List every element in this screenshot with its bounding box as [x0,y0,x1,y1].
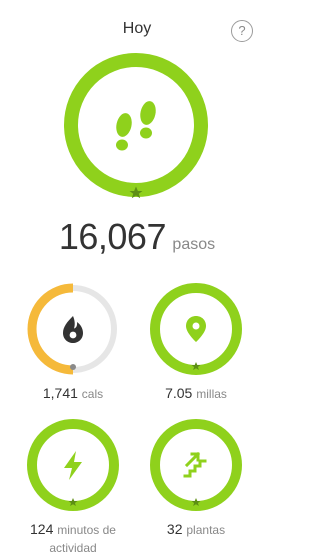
distance-metric: 7.05 millas [133,385,259,401]
location-pin-icon [186,316,206,342]
steps-ring[interactable] [62,51,210,199]
distance-ring-graphic [150,283,242,375]
dashboard-screen: Hoy ? 16,067 pasos 1,741 cals 7.05 milla… [0,0,274,557]
steps-count: 16,067 pasos [0,216,274,258]
active-minutes-ring-graphic [27,419,119,511]
active-minutes-metric: 124 minutos de actividad [10,521,136,557]
calories-ring-marker [70,364,76,370]
steps-ring-progress [64,53,208,197]
floors-ring-graphic [150,419,242,511]
stairs-icon [183,451,207,478]
flame-icon [63,316,83,343]
calories-value: 1,741 [42,385,78,401]
floors-metric: 32 plantas [133,521,259,537]
lightning-icon [64,451,82,480]
distance-ring[interactable] [149,282,243,376]
floors-ring[interactable] [149,418,243,512]
active-minutes-ring[interactable] [26,418,120,512]
help-button[interactable]: ? [231,20,253,42]
floors-unit: plantas [186,523,226,537]
distance-unit: millas [196,387,227,401]
calories-ring[interactable] [26,282,120,376]
active-minutes-unit: minutos de actividad [49,523,116,555]
steps-value: 16,067 [58,216,167,257]
calories-ring-graphic [27,283,117,375]
active-minutes-value: 124 [30,521,54,537]
floors-value: 32 [166,521,183,537]
calories-unit: cals [81,387,104,401]
steps-unit: pasos [172,236,216,253]
steps-ring-graphic [64,53,208,199]
distance-value: 7.05 [165,385,193,401]
calories-metric: 1,741 cals [10,385,136,401]
footprints-icon [116,101,156,151]
